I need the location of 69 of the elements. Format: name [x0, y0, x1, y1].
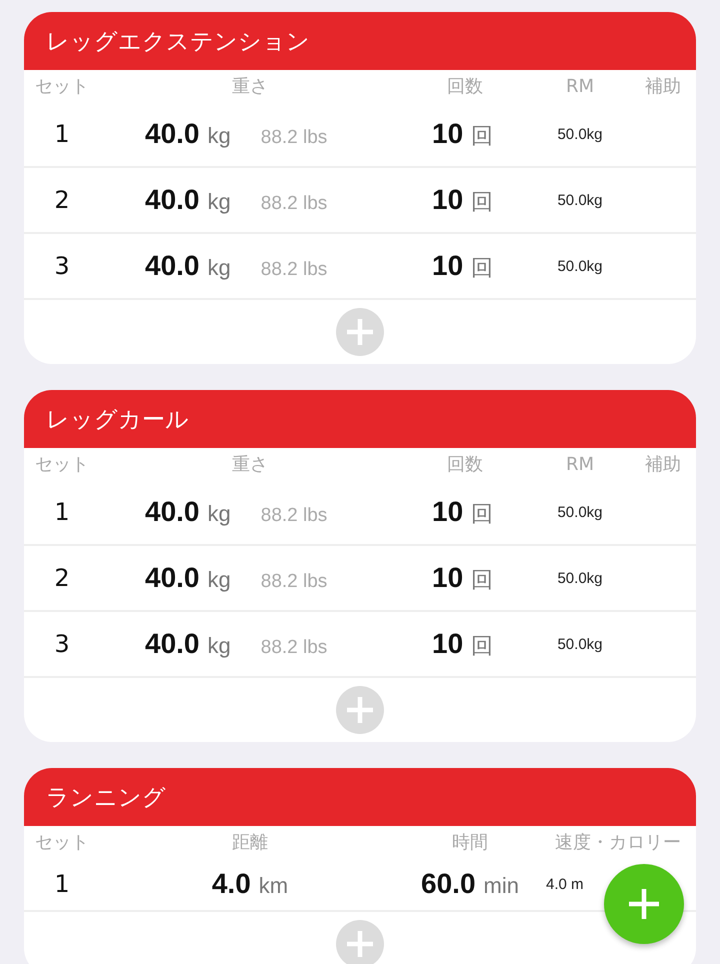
- column-header: 回数: [446, 75, 484, 98]
- rm-value: 50.0kg: [556, 636, 604, 652]
- add-set-icon[interactable]: [336, 686, 384, 734]
- rm-value: 50.0kg: [556, 570, 604, 586]
- pounds-value: 88.2 lbs: [260, 505, 328, 527]
- set-number: 1: [53, 498, 71, 526]
- column-header: 補助: [644, 453, 682, 476]
- column-header: セット: [34, 75, 90, 98]
- reps-value[interactable]: 10: [432, 628, 464, 660]
- column-header: 速度・カロリー: [554, 831, 682, 854]
- speed-value: 4.0 m: [546, 876, 584, 892]
- reps-unit: 回: [471, 632, 494, 660]
- column-header: セット: [34, 831, 90, 854]
- set-number: 1: [53, 870, 71, 898]
- time-unit: min: [484, 873, 519, 899]
- column-header: 距離: [231, 831, 269, 854]
- column-header: RM: [564, 76, 596, 96]
- reps-value[interactable]: 10: [432, 184, 464, 216]
- pounds-value: 88.2 lbs: [260, 259, 328, 281]
- weight-value[interactable]: 40.0: [145, 250, 200, 282]
- column-header: 回数: [446, 453, 484, 476]
- reps-unit: 回: [471, 500, 494, 528]
- weight-unit: kg: [208, 189, 231, 215]
- pounds-value: 88.2 lbs: [260, 193, 328, 215]
- weight-unit: kg: [208, 123, 231, 149]
- rm-value: 50.0kg: [556, 258, 604, 274]
- column-header: RM: [564, 454, 596, 474]
- set-number: 2: [53, 186, 71, 214]
- reps-unit: 回: [471, 566, 494, 594]
- reps-value[interactable]: 10: [432, 562, 464, 594]
- exercise-title[interactable]: ランニング: [24, 768, 696, 826]
- weight-unit: kg: [208, 255, 231, 281]
- set-number: 1: [53, 120, 71, 148]
- column-header: 補助: [644, 75, 682, 98]
- distance-unit: km: [258, 873, 288, 899]
- reps-unit: 回: [471, 254, 494, 282]
- plus-icon: [627, 887, 661, 921]
- column-header: 重さ: [231, 75, 269, 98]
- exercise-title[interactable]: レッグエクステンション: [24, 12, 696, 70]
- weight-value[interactable]: 40.0: [145, 496, 200, 528]
- column-header: セット: [34, 453, 90, 476]
- weight-value[interactable]: 40.0: [145, 562, 200, 594]
- rm-value: 50.0kg: [556, 504, 604, 520]
- set-number: 3: [53, 252, 71, 280]
- weight-unit: kg: [208, 633, 231, 659]
- weight-value[interactable]: 40.0: [145, 628, 200, 660]
- weight-unit: kg: [208, 567, 231, 593]
- set-number: 2: [53, 564, 71, 592]
- rm-value: 50.0kg: [556, 126, 604, 142]
- time-value[interactable]: 60.0: [421, 868, 476, 900]
- reps-unit: 回: [471, 122, 494, 150]
- weight-value[interactable]: 40.0: [145, 118, 200, 150]
- column-header: 時間: [451, 831, 489, 854]
- set-number: 3: [53, 630, 71, 658]
- weight-value[interactable]: 40.0: [145, 184, 200, 216]
- pounds-value: 88.2 lbs: [260, 571, 328, 593]
- weight-unit: kg: [208, 501, 231, 527]
- reps-value[interactable]: 10: [432, 496, 464, 528]
- add-set-icon[interactable]: [336, 308, 384, 356]
- reps-value[interactable]: 10: [432, 250, 464, 282]
- reps-value[interactable]: 10: [432, 118, 464, 150]
- pounds-value: 88.2 lbs: [260, 127, 328, 149]
- distance-value[interactable]: 4.0: [212, 868, 251, 900]
- exercise-title[interactable]: レッグカール: [24, 390, 696, 448]
- rm-value: 50.0kg: [556, 192, 604, 208]
- reps-unit: 回: [471, 188, 494, 216]
- pounds-value: 88.2 lbs: [260, 637, 328, 659]
- column-header: 重さ: [231, 453, 269, 476]
- add-set-icon[interactable]: [336, 920, 384, 964]
